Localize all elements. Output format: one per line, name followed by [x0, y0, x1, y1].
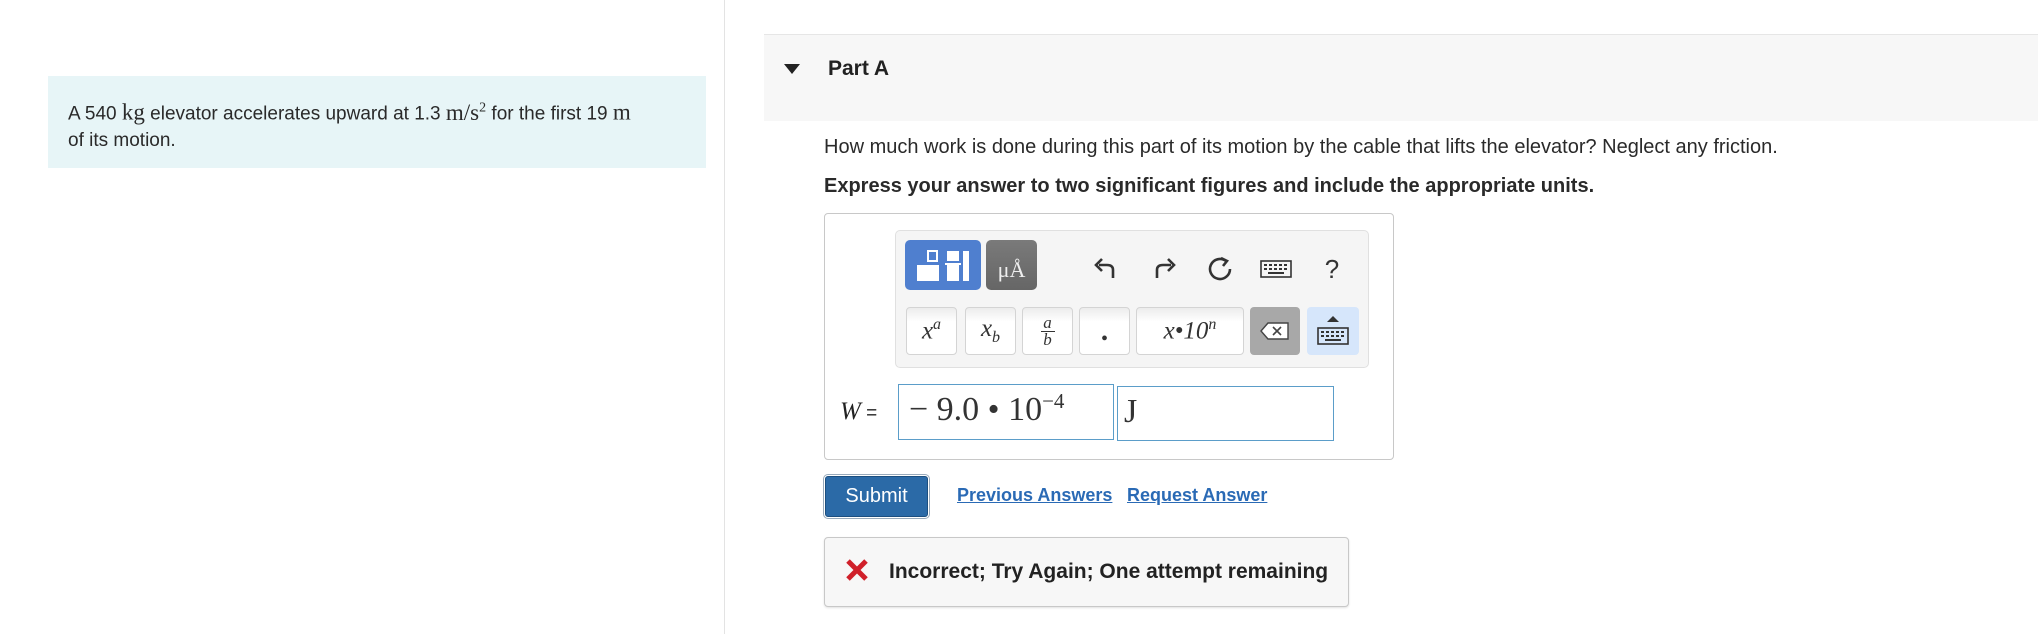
feedback-text: Incorrect; Try Again; One attempt remain… [889, 560, 1329, 583]
units-button[interactable]: μÅ [986, 240, 1037, 290]
instruction-text: Express your answer to two significant f… [824, 175, 1595, 197]
backspace-key[interactable] [1250, 307, 1300, 355]
previous-answers-link[interactable]: Previous Answers [957, 485, 1112, 506]
undo-button[interactable] [1088, 251, 1124, 287]
request-answer-link[interactable]: Request Answer [1127, 485, 1267, 506]
problem-panel: A 540 kg elevator accelerates upward at … [0, 0, 725, 634]
problem-text: of its motion. [68, 129, 176, 151]
problem-text: A 540 [68, 103, 122, 125]
help-icon: ? [1324, 253, 1340, 284]
answer-units-input[interactable]: J [1117, 386, 1334, 441]
templates-icon [917, 250, 969, 281]
part-a-header[interactable]: Part A [764, 34, 2038, 121]
accel-unit: m/s2 [445, 99, 487, 125]
templates-button[interactable] [905, 240, 981, 290]
scientific-notation-key[interactable]: x•10n [1136, 307, 1244, 355]
mass-unit: kg [121, 99, 145, 125]
subscript-icon: xb [980, 315, 1001, 346]
problem-statement: A 540 kg elevator accelerates upward at … [48, 76, 706, 168]
show-keyboard-icon [1317, 316, 1349, 345]
question-text: How much work is done during this part o… [824, 136, 1778, 158]
reset-button[interactable] [1202, 251, 1238, 287]
undo-icon [1094, 258, 1115, 278]
scientific-notation-icon: x•10n [1163, 316, 1217, 345]
collapse-caret-icon[interactable] [784, 64, 800, 74]
problem-text: for the first 19 [486, 103, 613, 125]
help-button[interactable]: ? [1314, 251, 1350, 287]
subscript-key[interactable]: xb [965, 307, 1016, 355]
decimal-point-key[interactable]: • [1079, 307, 1130, 355]
keyboard-toggle-button[interactable] [1307, 307, 1359, 355]
problem-text: elevator accelerates upward at 1.3 [144, 103, 446, 125]
reset-icon [1208, 256, 1232, 281]
submit-button[interactable]: Submit [823, 474, 930, 519]
error-x-icon [846, 559, 868, 581]
superscript-key[interactable]: xa [906, 307, 957, 355]
superscript-icon: xa [921, 316, 942, 345]
fraction-icon: a b [1040, 314, 1055, 348]
backspace-icon [1260, 322, 1289, 340]
redo-button[interactable] [1146, 251, 1182, 287]
part-title: Part A [828, 57, 890, 80]
answer-value-input[interactable]: − 9.0 • 10−4 [898, 384, 1114, 440]
redo-icon [1155, 258, 1176, 278]
fraction-key[interactable]: a b [1022, 307, 1073, 355]
units-icon: μÅ [997, 257, 1026, 282]
decimal-point-icon: • [1100, 327, 1108, 350]
answer-variable-label: W = [840, 398, 878, 425]
keyboard-icon [1260, 260, 1292, 278]
feedback-message-box: Incorrect; Try Again; One attempt remain… [824, 537, 1349, 607]
keyboard-shortcuts-button[interactable] [1258, 251, 1294, 287]
distance-unit: m [612, 99, 631, 125]
